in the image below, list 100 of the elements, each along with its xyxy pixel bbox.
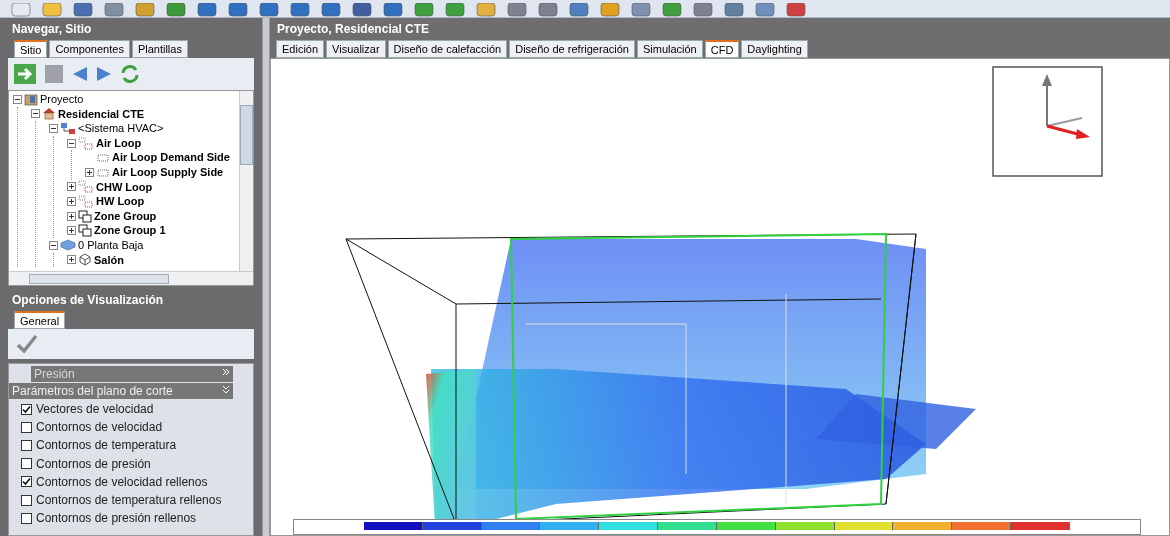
zone-icon <box>78 253 92 267</box>
tab[interactable]: Plantillas <box>131 40 188 58</box>
checkbox[interactable] <box>21 403 32 415</box>
toolbar-icon[interactable] <box>72 3 94 17</box>
toolbar-icon[interactable] <box>41 3 63 17</box>
checkbox[interactable] <box>21 421 32 433</box>
toolbar-icon[interactable] <box>475 3 497 17</box>
tree-item[interactable]: HW Loop <box>96 193 145 210</box>
toolbar-icon[interactable] <box>351 3 373 17</box>
tree-item[interactable]: <Sistema HVAC> <box>78 120 164 137</box>
panel-title: Opciones de Visualización <box>11 292 165 309</box>
checkbox[interactable] <box>21 439 32 451</box>
toolbar-icon[interactable] <box>103 3 125 17</box>
checkbox[interactable] <box>21 494 32 506</box>
loop-icon <box>78 136 94 150</box>
horizontal-scrollbar[interactable] <box>9 271 253 285</box>
toolbar-icon[interactable] <box>10 3 32 17</box>
tree-item[interactable]: Zone Group 1 <box>94 222 166 239</box>
toolbar-icon[interactable] <box>754 3 776 17</box>
toolbar-icon[interactable] <box>227 3 249 17</box>
windows-icon <box>78 224 92 238</box>
option-label: Vectores de velocidad <box>36 401 154 419</box>
axis-gizmo-icon[interactable] <box>992 66 1103 177</box>
tab[interactable]: Diseño de calefacción <box>387 40 508 58</box>
tree-item[interactable]: Air Loop <box>96 134 142 152</box>
expander-toggle[interactable] <box>67 196 76 206</box>
tree-item[interactable]: 0 Planta Baja <box>78 237 144 254</box>
toolbar-icon[interactable] <box>692 3 714 17</box>
chevron-right-icon <box>222 366 230 378</box>
tree-item[interactable]: CHW Loop <box>96 178 153 196</box>
tab[interactable]: Simulación <box>636 40 703 58</box>
tree-item[interactable]: Zone Group <box>94 207 157 225</box>
loop-icon <box>78 194 94 208</box>
expander-toggle[interactable] <box>13 94 22 104</box>
back-triangle-icon[interactable] <box>71 65 89 83</box>
forward-triangle-icon[interactable] <box>95 65 113 83</box>
checkbox[interactable] <box>21 458 32 470</box>
toolbar-icon[interactable] <box>196 3 218 17</box>
refresh-icon[interactable] <box>119 63 141 85</box>
toolbar-icon[interactable] <box>630 3 652 17</box>
toolbar-icon[interactable] <box>382 3 404 17</box>
toolbar-icon[interactable] <box>320 3 342 17</box>
expander-toggle[interactable] <box>67 138 76 148</box>
tab[interactable]: Daylighting <box>741 40 808 58</box>
tree-item[interactable]: Air Loop Supply Side <box>112 164 224 181</box>
tree-item[interactable]: Air Loop Demand Side <box>112 149 230 166</box>
expander-toggle[interactable] <box>31 109 40 119</box>
folder-icon <box>24 92 38 106</box>
checkbox[interactable] <box>21 476 32 488</box>
tree-item[interactable]: Proyecto <box>40 91 84 108</box>
house-icon <box>42 107 56 121</box>
viewport[interactable] <box>270 58 1170 536</box>
option-label: Contornos de presión rellenos <box>36 510 197 528</box>
tab[interactable]: Sitio <box>14 40 48 58</box>
toolbar-icon[interactable] <box>134 3 156 17</box>
network-icon <box>60 122 76 135</box>
loop-icon <box>78 180 94 194</box>
tab[interactable]: Edición <box>276 40 325 58</box>
tab[interactable]: CFD <box>704 40 740 58</box>
tab[interactable]: General <box>14 311 66 329</box>
chevron-down-icon <box>222 383 230 395</box>
toolbar-icon[interactable] <box>258 3 280 17</box>
arrow-right-icon[interactable] <box>13 63 37 85</box>
checkbox[interactable] <box>21 512 32 524</box>
toolbar-icon[interactable] <box>444 3 466 17</box>
expander-toggle[interactable] <box>67 182 76 192</box>
toolbar-icon[interactable] <box>785 3 807 17</box>
expander-toggle[interactable] <box>67 255 76 265</box>
toolbar-icon[interactable] <box>723 3 745 17</box>
panel-title: Navegar, Sitio <box>11 21 93 38</box>
option-label: Contornos de velocidad <box>36 419 163 437</box>
windows-icon <box>78 209 92 223</box>
toolbar-icon[interactable] <box>568 3 590 17</box>
expander-toggle[interactable] <box>49 240 58 250</box>
checkmark-icon[interactable] <box>16 334 38 354</box>
toolbar-icon[interactable] <box>506 3 528 17</box>
component-icon <box>96 151 110 165</box>
expander-toggle[interactable] <box>49 124 58 133</box>
option-label: Contornos de temperatura <box>36 437 177 455</box>
expander-toggle[interactable] <box>85 167 94 177</box>
option-label: Contornos de velocidad rellenos <box>36 473 208 491</box>
tab[interactable]: Diseño de refrigeración <box>509 40 635 58</box>
expander-toggle[interactable] <box>67 226 76 236</box>
panel-title: Proyecto, Residencial CTE <box>276 21 431 38</box>
tree-item[interactable]: Residencial CTE <box>58 105 145 123</box>
slab-icon <box>60 238 76 252</box>
option-label: Contornos de presión <box>36 455 151 473</box>
tree-item[interactable]: Salón <box>94 251 124 269</box>
toolbar-icon[interactable] <box>537 3 559 17</box>
option-label: Contornos de temperatura rellenos <box>36 492 222 510</box>
tab[interactable]: Componentes <box>49 40 130 58</box>
toolbar-icon[interactable] <box>289 3 311 17</box>
toolbar-icon[interactable] <box>599 3 621 17</box>
toolbar-icon[interactable] <box>413 3 435 17</box>
expander-toggle[interactable] <box>67 211 76 221</box>
toolbar-icon[interactable] <box>661 3 683 17</box>
vertical-scrollbar[interactable] <box>239 91 253 271</box>
group-header[interactable]: Parámetros del plano de corte <box>9 383 233 399</box>
tab[interactable]: Visualizar <box>326 40 386 58</box>
toolbar-icon[interactable] <box>165 3 187 17</box>
